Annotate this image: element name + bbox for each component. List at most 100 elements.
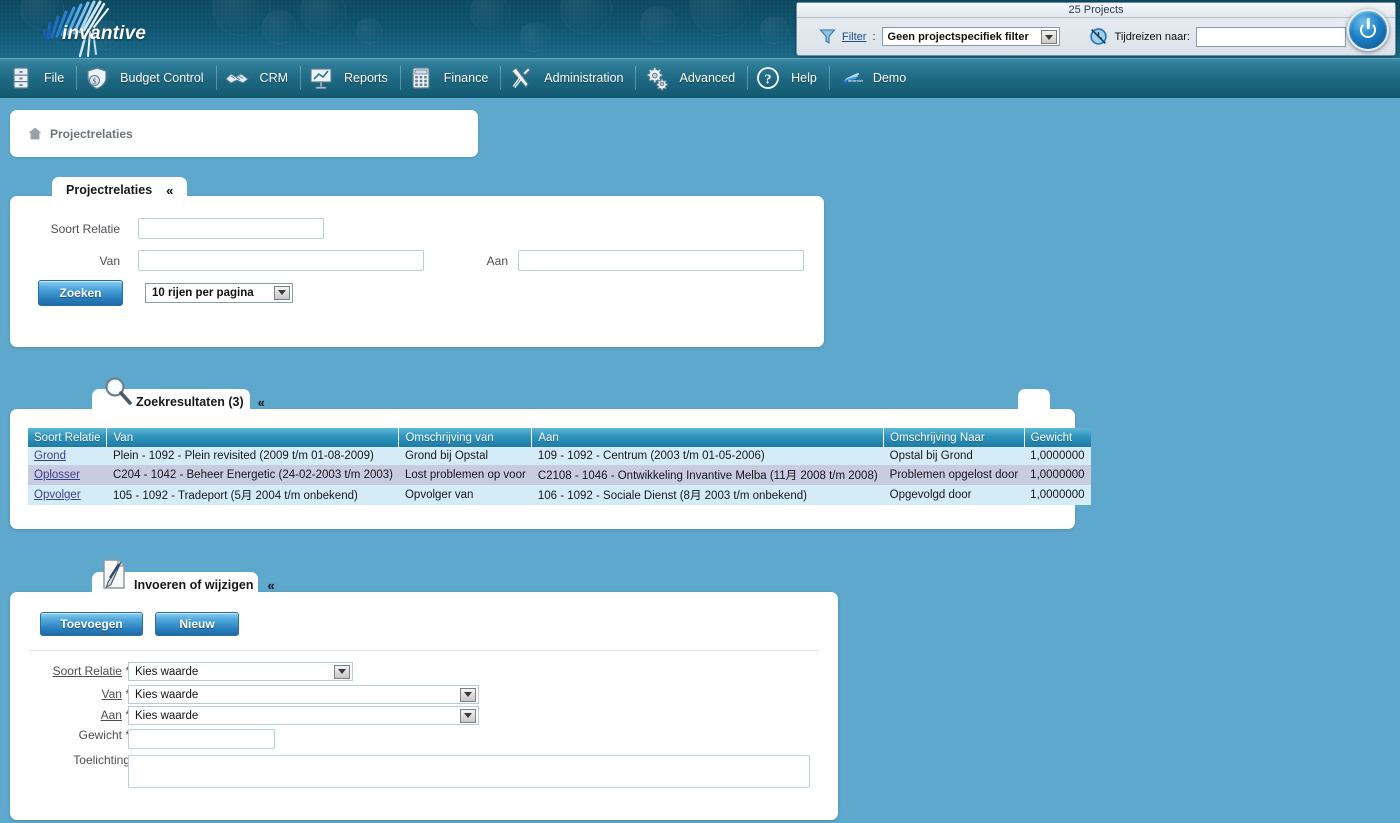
van-value: Kies waarde [135, 688, 199, 701]
row-link[interactable]: Grond [34, 450, 66, 462]
tab-label: Invoeren of wijzigen [134, 578, 254, 592]
cell-soort-relatie: Oplosser [28, 465, 107, 485]
cell-omschrijving-naar: Problemen opgelost door [883, 465, 1025, 485]
home-icon[interactable] [28, 127, 42, 140]
menu-item-reports[interactable]: Reports [300, 58, 400, 98]
breadcrumb: Projectrelaties [10, 110, 478, 157]
chevron-up-icon[interactable]: « [258, 396, 265, 409]
col-soort-relatie[interactable]: Soort Relatie [28, 428, 108, 447]
aan-input[interactable] [518, 250, 804, 271]
magnifier-icon [102, 375, 134, 407]
tab-label: Zoekresultaten (3) [136, 395, 244, 409]
cell-gewicht: 1,0000000 [1024, 485, 1091, 505]
menu-item-finance[interactable]: Finance [399, 58, 500, 98]
project-count-title: 25 Projects [797, 3, 1395, 18]
money-shield-icon: $ [84, 65, 110, 91]
project-filter-select[interactable]: Geen projectspecifiek filter [881, 27, 1060, 46]
clock-icon [1088, 26, 1109, 47]
chevron-up-icon[interactable]: « [166, 184, 173, 197]
col-omschrijving-naar[interactable]: Omschrijving Naar [883, 428, 1025, 447]
row-link[interactable]: Oplosser [34, 469, 80, 481]
soort-relatie-select[interactable]: Kies waarde [128, 662, 353, 681]
power-icon-stem [1366, 18, 1370, 29]
document-pencil-icon [100, 558, 130, 590]
van-input[interactable] [138, 250, 424, 271]
menu-item-label: Finance [443, 71, 489, 85]
menu-item-crm[interactable]: CRM [215, 58, 300, 98]
chevron-up-icon[interactable]: « [267, 579, 274, 592]
menu-item-demo[interactable]: invantive Demo [828, 58, 918, 98]
field-label-text: Aan [100, 708, 122, 722]
app-banner: invantive 25 Projects Filter : Geen proj… [0, 0, 1400, 58]
toelichting-textarea[interactable] [128, 755, 810, 788]
row-link[interactable]: Opvolger [34, 489, 81, 501]
new-button[interactable]: Nieuw [155, 612, 239, 636]
chevron-down-icon[interactable] [460, 708, 476, 723]
van-label: Van [99, 253, 120, 268]
chevron-down-icon[interactable] [460, 687, 476, 702]
menu-item-file[interactable]: File [0, 58, 76, 98]
menu-item-label: Administration [544, 71, 624, 85]
field-label-text: Soort Relatie [52, 664, 122, 678]
power-button[interactable] [1347, 9, 1389, 51]
soort-relatie-value: Kies waarde [135, 665, 199, 678]
menu-item-advanced[interactable]: Advanced [635, 58, 747, 98]
filter-colon: : [872, 30, 876, 43]
tab-zoekresultaten[interactable]: Zoekresultaten (3) « [92, 377, 265, 415]
menu-item-help[interactable]: ? Help [747, 58, 829, 98]
invantive-logo[interactable]: invantive [22, 0, 202, 58]
menu-item-label: Reports [344, 71, 388, 85]
tab-projectrelaties[interactable]: Projectrelaties « [52, 177, 187, 203]
chevron-down-icon[interactable] [334, 664, 350, 679]
cell-gewicht: 1,0000000 [1024, 465, 1091, 485]
aan-select[interactable]: Kies waarde [128, 706, 479, 725]
field-label-aan: Aan * [10, 708, 130, 722]
search-panel: Soort Relatie Van Aan Zoeken 10 rijen pe… [10, 196, 824, 347]
main-menu-bar: File $ Budget Control CRM Reports Financ… [0, 58, 1400, 98]
cell-van: 105 - 1092 - Tradeport (5月 2004 t/m onbe… [106, 485, 399, 505]
field-label-van: Van * [10, 687, 130, 701]
breadcrumb-label[interactable]: Projectrelaties [50, 127, 133, 141]
cell-soort-relatie: Opvolger [28, 485, 107, 505]
chevron-down-icon[interactable] [274, 285, 290, 300]
soort-relatie-label: Soort Relatie [50, 221, 120, 236]
tab-stub[interactable] [1018, 389, 1050, 415]
search-button[interactable]: Zoeken [38, 280, 123, 306]
gewicht-input[interactable] [128, 729, 275, 749]
soort-relatie-input[interactable] [138, 218, 324, 239]
table-header-row: Soort Relatie Van Omschrijving van Aan O… [28, 428, 1091, 447]
menu-item-label: Demo [872, 71, 907, 85]
results-panel: Soort Relatie Van Omschrijving van Aan O… [10, 409, 1091, 529]
menu-item-label: CRM [259, 71, 289, 85]
tab-invoeren-of-wijzigen[interactable]: Invoeren of wijzigen « [92, 559, 275, 598]
add-button[interactable]: Toevoegen [40, 612, 143, 636]
col-gewicht[interactable]: Gewicht [1024, 428, 1091, 447]
tools-icon [508, 65, 534, 91]
van-select[interactable]: Kies waarde [128, 685, 479, 704]
rows-per-page-select[interactable]: 10 rijen per pagina [145, 283, 293, 303]
table-row[interactable]: Oplosser C204 - 1042 - Beheer Energetic … [28, 465, 1091, 485]
filter-console: 25 Projects Filter : Geen projectspecifi… [796, 2, 1396, 56]
menu-item-administration[interactable]: Administration [500, 58, 635, 98]
chevron-down-icon[interactable] [1040, 30, 1057, 44]
project-filter-value: Geen projectspecifiek filter [887, 30, 1029, 43]
time-travel-input[interactable] [1195, 26, 1346, 47]
gears-icon [643, 65, 669, 91]
rows-per-page-value: 10 rijen per pagina [152, 287, 254, 299]
table-row[interactable]: Grond Plein - 1092 - Plein revisited (20… [28, 447, 1091, 465]
cell-aan: 109 - 1092 - Centrum (2003 t/m 01-05-200… [531, 447, 884, 465]
menu-item-label: Advanced [679, 71, 736, 85]
col-omschrijving-van[interactable]: Omschrijving van [398, 428, 533, 447]
cell-gewicht: 1,0000000 [1024, 447, 1091, 465]
cell-omschrijving-van: Lost problemen op voor [398, 465, 532, 485]
col-van[interactable]: Van [106, 428, 400, 447]
menu-item-label: File [44, 71, 65, 85]
col-aan[interactable]: Aan [531, 428, 885, 447]
menu-item-budget-control[interactable]: $ Budget Control [76, 58, 215, 98]
table-row[interactable]: Opvolger 105 - 1092 - Tradeport (5月 2004… [28, 485, 1091, 505]
field-label-text: Toelichting [73, 753, 130, 767]
cell-van: Plein - 1092 - Plein revisited (2009 t/m… [106, 447, 399, 465]
aan-label: Aan [486, 253, 508, 268]
filter-label[interactable]: Filter [842, 31, 866, 43]
question-circle-icon: ? [755, 65, 781, 91]
